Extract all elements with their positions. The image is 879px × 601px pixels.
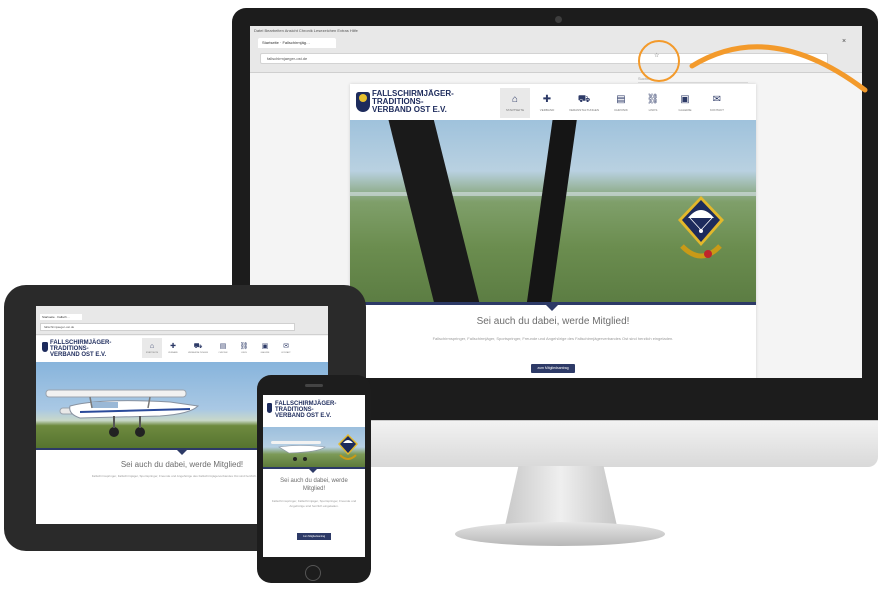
nav-item-kontakt[interactable]: ✉ KONTAKT bbox=[276, 338, 296, 358]
tank-icon: ⛟ bbox=[577, 94, 591, 105]
nav-item-chronik[interactable]: ▤ CHRONIK bbox=[606, 88, 636, 118]
phone-site-logo[interactable]: FALLSCHIRMJÄGER- TRADITIONS- VERBAND OST… bbox=[275, 401, 336, 419]
tablet-site-logo[interactable]: FALLSCHIRMJÄGER- TRADITIONS- VERBAND OST… bbox=[50, 340, 111, 358]
monitor-stand-neck bbox=[505, 466, 617, 526]
tablet-browser-chrome: Startseite · Fallsch… fallschirmjaeger-o… bbox=[36, 306, 328, 335]
biplane-icon bbox=[45, 389, 200, 437]
parachute-strap-left bbox=[386, 120, 480, 302]
nav-item-startseite[interactable]: ⌂ STARTSEITE bbox=[500, 88, 530, 118]
nav-label: CHRONIK bbox=[218, 351, 228, 354]
parachute-badge-icon bbox=[267, 403, 272, 413]
tablet-browser-tab[interactable]: Startseite · Fallsch… bbox=[40, 314, 82, 320]
home-icon: ⌂ bbox=[149, 342, 155, 350]
document-icon: ▤ bbox=[219, 342, 227, 350]
nav-label: KONTAKT bbox=[710, 108, 724, 112]
phone-hero-notch bbox=[309, 469, 317, 473]
nav-label: CHRONIK bbox=[614, 108, 628, 112]
nav-label: LINKS bbox=[241, 351, 247, 354]
document-icon: ▤ bbox=[616, 94, 626, 105]
nav-label: GALERIE bbox=[678, 108, 692, 112]
phone-headline: Sei auch du dabei, werde Mitglied! bbox=[280, 478, 348, 492]
membership-button[interactable]: zum Mitgliedsantrag bbox=[531, 364, 575, 373]
phone-screen: FALLSCHIRMJÄGER- TRADITIONS- VERBAND OST… bbox=[263, 395, 365, 557]
gallery-icon: ▣ bbox=[261, 342, 269, 350]
nav-label: VERBAND bbox=[539, 108, 555, 112]
orange-arrow-icon bbox=[689, 44, 868, 93]
biplane-icon bbox=[271, 441, 326, 461]
phone-speaker bbox=[305, 384, 323, 387]
headline: Sei auch du dabei, werde Mitglied! bbox=[476, 316, 630, 327]
hero-image bbox=[350, 120, 756, 302]
parachute-badge-icon bbox=[356, 92, 370, 112]
nav-item-verband[interactable]: ✚ VERBAND bbox=[532, 88, 562, 118]
parachute-strap-right bbox=[526, 120, 578, 302]
mail-icon: ✉ bbox=[283, 342, 289, 350]
nav-label: STARTSEITE bbox=[505, 108, 525, 112]
webcam bbox=[555, 16, 562, 23]
website: FALLSCHIRMJÄGER- TRADITIONS- VERBAND OST… bbox=[350, 84, 756, 378]
phone-intro-text: Fallschirmspringer, Fallschirmjäger, Spo… bbox=[271, 499, 357, 508]
nav-label: VERBAND bbox=[168, 351, 178, 354]
link-icon: ⛓ bbox=[239, 342, 249, 350]
tablet-navigation: ⌂ STARTSEITE ✚ VERBAND ⛟ VERANSTALTUNGEN… bbox=[142, 338, 297, 358]
parachutist-emblem-icon bbox=[338, 434, 358, 460]
home-icon: ⌂ bbox=[511, 94, 519, 105]
nav-item-chronik[interactable]: ▤ CHRONIK bbox=[213, 338, 233, 358]
intro-text: Fallschirmspringer, Fallschirmjäger, Spo… bbox=[432, 336, 674, 341]
hero-notch bbox=[546, 305, 558, 311]
tablet-address-bar[interactable]: fallschirmjaeger-ost.de bbox=[40, 323, 295, 331]
nav-label: STARTSEITE bbox=[145, 351, 159, 354]
browser-tab[interactable]: Startseite · Fallschirmjäg… bbox=[258, 38, 336, 48]
nav-label: VERANSTALTUNGEN bbox=[187, 351, 209, 354]
phone-membership-button[interactable]: zum Mitgliedsantrag bbox=[297, 533, 331, 540]
tablet-hero-notch bbox=[177, 450, 187, 455]
nav-item-galerie[interactable]: ▣ GALERIE bbox=[255, 338, 275, 358]
nav-item-veranstaltungen[interactable]: ⛟ VERANSTALTUNGEN bbox=[184, 338, 212, 358]
nav-label: KONTAKT bbox=[281, 351, 291, 354]
nav-item-verband[interactable]: ✚ VERBAND bbox=[163, 338, 183, 358]
phone-hero-image bbox=[263, 427, 365, 467]
tank-icon: ⛟ bbox=[193, 342, 203, 350]
browser-menu-bar[interactable]: Datei Bearbeiten Ansicht Chronik Lesezei… bbox=[254, 28, 358, 33]
plus-icon: ✚ bbox=[542, 94, 552, 105]
nav-item-links[interactable]: ⛓ LINKS bbox=[234, 338, 254, 358]
parachute-badge-icon bbox=[42, 342, 48, 352]
nav-label: GALERIE bbox=[260, 351, 270, 354]
highlight-circle bbox=[638, 40, 680, 82]
parachutist-emblem-icon bbox=[678, 196, 724, 259]
nav-item-veranstaltungen[interactable]: ⛟ VERANSTALTUNGEN bbox=[564, 88, 604, 118]
monitor-stand-foot bbox=[455, 522, 665, 546]
nav-label: VERANSTALTUNGEN bbox=[568, 108, 600, 112]
nav-label: LINKS bbox=[648, 108, 658, 112]
phone-home-button bbox=[305, 565, 321, 581]
plus-icon: ✚ bbox=[170, 342, 176, 350]
link-icon: ⛓ bbox=[646, 94, 660, 105]
site-logo[interactable]: FALLSCHIRMJÄGER- TRADITIONS- VERBAND OST… bbox=[372, 90, 454, 114]
nav-item-links[interactable]: ⛓ LINKS bbox=[638, 88, 668, 118]
nav-item-startseite[interactable]: ⌂ STARTSEITE bbox=[142, 338, 162, 358]
